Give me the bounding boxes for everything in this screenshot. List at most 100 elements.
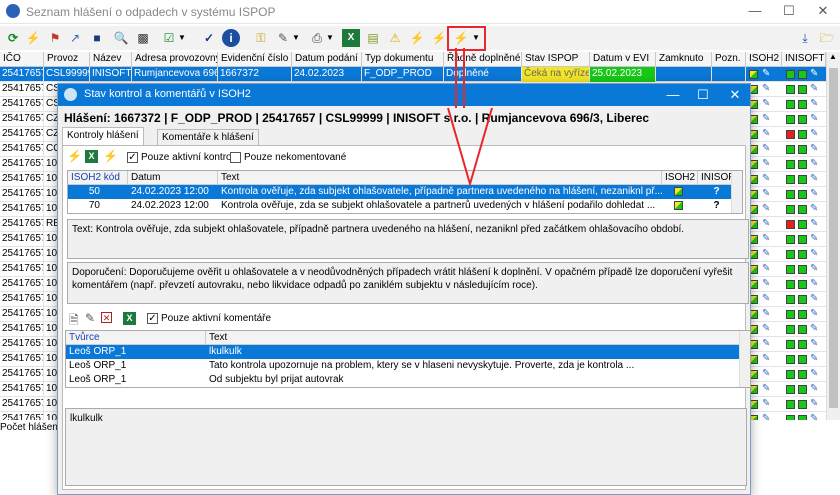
inisoft-status-icon[interactable] bbox=[786, 70, 795, 79]
uncommented-checkbox[interactable] bbox=[230, 152, 241, 163]
edit-note-icon[interactable]: ✎ bbox=[762, 292, 770, 306]
dialog-minimize-button[interactable]: — bbox=[658, 84, 688, 106]
isoh2-status-icon[interactable] bbox=[749, 70, 758, 79]
control-row[interactable]: 8724.02.2023 12:00Tato kontrola hlídá po… bbox=[68, 213, 731, 214]
scroll-thumb[interactable] bbox=[829, 68, 838, 408]
dialog-maximize-button[interactable]: ☐ bbox=[688, 84, 718, 106]
edit-note-icon[interactable]: ✎ bbox=[762, 202, 770, 216]
preview-icon[interactable]: 🔍 bbox=[112, 29, 130, 47]
edit-note-icon[interactable]: ✎ bbox=[762, 247, 770, 261]
grid-header-pozn[interactable]: Pozn. bbox=[712, 52, 746, 67]
inisoft-status-icon[interactable] bbox=[786, 355, 795, 364]
delete-comment-icon[interactable]: ✕ bbox=[101, 312, 112, 323]
excel-icon[interactable]: X bbox=[123, 312, 136, 325]
edit-note-icon[interactable]: ✎ bbox=[762, 172, 770, 186]
grid-header-zamknuto[interactable]: Zamknuto bbox=[656, 52, 712, 67]
lightning-red-icon[interactable]: ⚡ bbox=[430, 29, 448, 47]
inisoft-status-icon[interactable] bbox=[786, 85, 795, 94]
inisoft-status-icon[interactable] bbox=[798, 235, 807, 244]
download-icon[interactable]: ⤓ bbox=[796, 29, 814, 47]
edit-note-icon[interactable]: ✎ bbox=[762, 187, 770, 201]
print-icon[interactable]: ⎙ bbox=[308, 29, 326, 47]
dialog-close-button[interactable]: ✕ bbox=[720, 84, 750, 106]
inisoft-status-icon[interactable] bbox=[786, 250, 795, 259]
edit-note-icon[interactable]: ✎ bbox=[810, 67, 818, 81]
edit-note-icon[interactable]: ✎ bbox=[810, 292, 818, 306]
inisoft-status-icon[interactable] bbox=[798, 295, 807, 304]
inisoft-status-icon[interactable] bbox=[786, 310, 795, 319]
grid-header-typ[interactable]: Typ dokumentu bbox=[362, 52, 444, 67]
inisoft-status-icon[interactable] bbox=[798, 340, 807, 349]
tab-controls[interactable]: Kontroly hlášení bbox=[62, 127, 144, 146]
lightning-pencil-icon[interactable]: ⚡ bbox=[67, 149, 82, 163]
header-comment-text[interactable]: Text bbox=[206, 331, 740, 345]
active-controls-checkbox[interactable]: ✓ bbox=[127, 152, 138, 163]
excel-icon[interactable]: X bbox=[342, 29, 360, 47]
inisoft-status-icon[interactable] bbox=[798, 385, 807, 394]
edit-note-icon[interactable]: ✎ bbox=[810, 127, 818, 141]
inisoft-status-icon[interactable] bbox=[798, 310, 807, 319]
inisoft-status-icon[interactable] bbox=[798, 70, 807, 79]
active-comments-checkbox[interactable]: ✓ bbox=[147, 313, 158, 324]
inisoft-status-icon[interactable] bbox=[798, 190, 807, 199]
lightning-pencil-icon[interactable]: ⚡ bbox=[408, 29, 426, 47]
edit-note-icon[interactable]: ✎ bbox=[762, 322, 770, 336]
inisoft-status-icon[interactable] bbox=[786, 115, 795, 124]
inisoft-status-icon[interactable] bbox=[798, 100, 807, 109]
edit-note-icon[interactable]: ✎ bbox=[762, 337, 770, 351]
edit-note-icon[interactable]: ✎ bbox=[810, 412, 818, 420]
dropdown-arrow-icon[interactable]: ▼ bbox=[292, 29, 300, 47]
flag-icon[interactable]: ⚑ bbox=[46, 29, 64, 47]
inisoft-status-icon[interactable] bbox=[798, 370, 807, 379]
edit-note-icon[interactable]: ✎ bbox=[810, 172, 818, 186]
header-author[interactable]: Tvůrce bbox=[66, 331, 206, 345]
edit-note-icon[interactable]: ✎ bbox=[762, 82, 770, 96]
inisoft-status-icon[interactable] bbox=[786, 160, 795, 169]
inisoft-status-icon[interactable] bbox=[786, 235, 795, 244]
close-button[interactable]: ✕ bbox=[806, 0, 840, 24]
edit-note-icon[interactable]: ✎ bbox=[810, 97, 818, 111]
inisoft-status-icon[interactable] bbox=[798, 145, 807, 154]
excel-icon[interactable]: X bbox=[85, 150, 98, 163]
inisoft-status[interactable]: ? bbox=[698, 199, 732, 213]
grid-scrollbar[interactable]: ▲ bbox=[826, 52, 840, 420]
control-row[interactable]: 50 24.02.2023 12:00 Kontrola ověřuje, zda … bbox=[68, 185, 731, 199]
inisoft-status-icon[interactable] bbox=[786, 145, 795, 154]
inisoft-status-icon[interactable] bbox=[798, 250, 807, 259]
grid-header-datum-evi[interactable]: Datum v EVI bbox=[590, 52, 656, 67]
edit-note-icon[interactable]: ✎ bbox=[762, 352, 770, 366]
grid-header-datum-podani[interactable]: Datum podání bbox=[292, 52, 362, 67]
folder-open-icon[interactable]: 🗁 bbox=[818, 29, 836, 47]
tab-comments[interactable]: Komentáře k hlášení bbox=[157, 129, 259, 146]
edit-icon[interactable]: ✎ bbox=[274, 29, 292, 47]
inisoft-status-icon[interactable] bbox=[786, 190, 795, 199]
inisoft-status-icon[interactable] bbox=[786, 175, 795, 184]
inisoft-status-icon[interactable] bbox=[786, 370, 795, 379]
inisoft-status-icon[interactable] bbox=[798, 220, 807, 229]
documents-icon[interactable]: ▤ bbox=[364, 29, 382, 47]
inisoft-status-icon[interactable] bbox=[786, 205, 795, 214]
scroll-up-icon[interactable]: ▲ bbox=[829, 52, 837, 61]
edit-note-icon[interactable]: ✎ bbox=[762, 307, 770, 321]
warning-icon[interactable]: ⚠ bbox=[386, 29, 404, 47]
inisoft-status-icon[interactable] bbox=[786, 415, 795, 420]
edit-comment-icon[interactable]: ✎ bbox=[85, 311, 95, 325]
inisoft-status-icon[interactable] bbox=[786, 325, 795, 334]
inisoft-status[interactable]: ? bbox=[698, 213, 732, 214]
edit-note-icon[interactable]: ✎ bbox=[762, 217, 770, 231]
inisoft-status-icon[interactable] bbox=[786, 385, 795, 394]
edit-note-icon[interactable]: ✎ bbox=[810, 112, 818, 126]
edit-note-icon[interactable]: ✎ bbox=[810, 142, 818, 156]
comment-row[interactable]: Leoš ORP_1 Od subjektu byl prijat autovra… bbox=[66, 373, 739, 387]
edit-note-icon[interactable]: ✎ bbox=[762, 277, 770, 291]
edit-note-icon[interactable]: ✎ bbox=[810, 217, 818, 231]
grid-header-ico[interactable]: IČO bbox=[0, 52, 44, 67]
control-row[interactable]: 70 24.02.2023 12:00 Kontrola ověřuje, zda … bbox=[68, 199, 731, 213]
inisoft-status-icon[interactable] bbox=[798, 85, 807, 94]
maximize-button[interactable]: ☐ bbox=[772, 0, 806, 24]
edit-note-icon[interactable]: ✎ bbox=[762, 397, 770, 411]
inisoft-status-icon[interactable] bbox=[798, 280, 807, 289]
inisoft-status-icon[interactable] bbox=[798, 205, 807, 214]
save-icon[interactable]: ■ bbox=[88, 29, 106, 47]
edit-note-icon[interactable]: ✎ bbox=[762, 127, 770, 141]
